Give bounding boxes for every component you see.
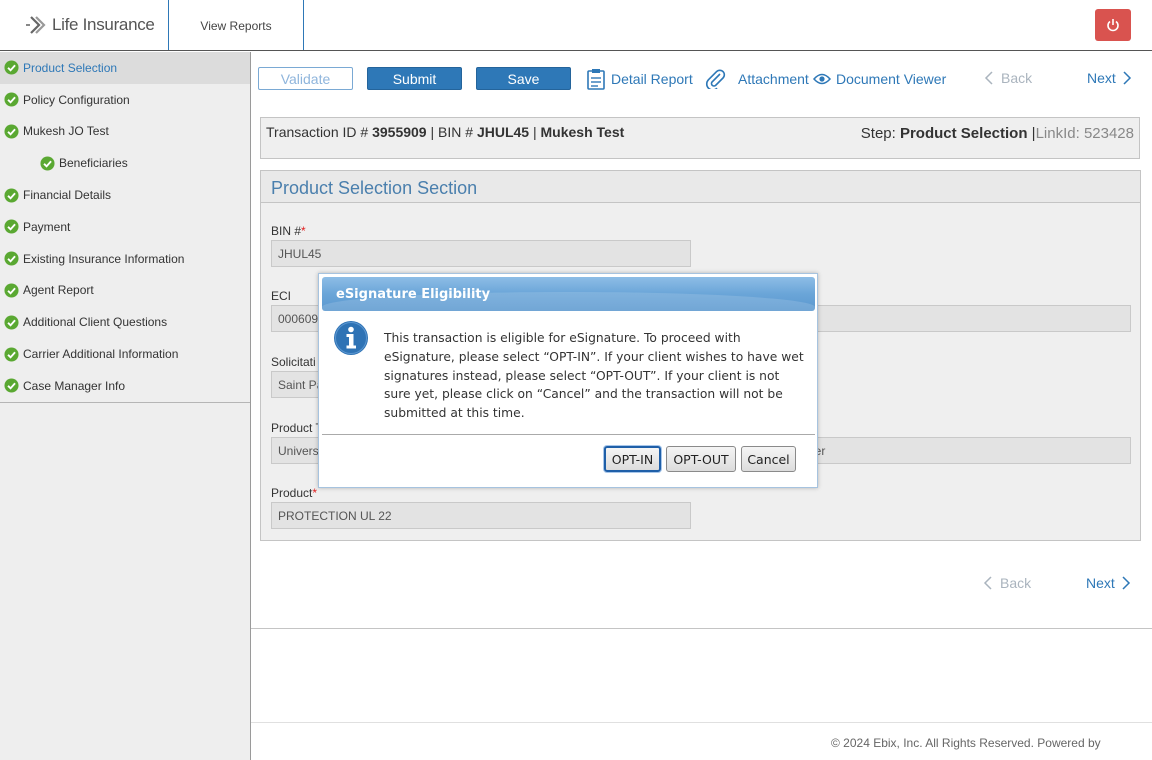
view-reports-tab[interactable]: View Reports [169,0,304,50]
eci-label: ECI [271,289,292,303]
bin-number: JHUL45 [476,124,530,140]
sidebar-item-mukesh-jo-test[interactable]: Mukesh JO Test [0,116,250,148]
detail-report-label: Detail Report [611,71,693,87]
sidebar-item-product-selection[interactable]: Product Selection [0,52,250,84]
check-circle-icon [4,283,19,298]
sidebar-item-carrier-additional-information[interactable]: Carrier Additional Information [0,338,250,370]
check-circle-icon [4,315,19,330]
solicitation-label: Solicitati [271,355,316,369]
top-back-button[interactable]: Back [983,70,1032,86]
document-viewer-link[interactable]: Document Viewer [813,68,946,90]
check-circle-icon [4,219,19,234]
top-back-label: Back [1001,70,1033,86]
chevron-left-icon [983,576,992,590]
sidebar-item-additional-client-questions[interactable]: Additional Client Questions [0,306,250,338]
step-label: Step: [860,125,896,142]
sidebar-item-label: Mukesh JO Test [23,124,109,139]
check-circle-icon [4,378,19,393]
sidebar-item-payment[interactable]: Payment [0,211,250,243]
step-name: Product Selection [899,125,1028,142]
eye-icon [813,73,831,85]
sidebar-item-label: Additional Client Questions [23,315,168,330]
brand-logo[interactable]: Life Insurance [0,0,169,50]
check-circle-icon [40,156,55,171]
bin-field-label: BIN #* [271,224,306,238]
document-viewer-label: Document Viewer [836,71,947,87]
power-icon [1107,19,1119,32]
product-type-label: Product T [271,421,323,435]
sidebar-item-label: Beneficiaries [59,156,128,171]
sidebar-item-case-manager-info[interactable]: Case Manager Info [0,370,250,402]
sidebar: Product Selection Policy Configuration Muk… [0,52,251,760]
chevron-left-icon [984,71,993,85]
dialog-message: This transaction is eligible for eSignat… [384,331,804,421]
chevron-right-icon [1122,576,1130,590]
app-header: Life Insurance View Reports [0,0,1152,51]
save-button[interactable]: Save [476,67,571,90]
validate-button[interactable]: Validate [258,67,353,90]
bottom-back-label: Back [1000,575,1032,591]
dialog-titlebar[interactable]: eSignature Eligibility [322,277,815,311]
sidebar-item-agent-report[interactable]: Agent Report [0,275,250,307]
info-icon [334,321,368,355]
sidebar-item-existing-insurance-information[interactable]: Existing Insurance Information [0,243,250,275]
check-circle-icon [4,124,19,139]
cancel-button[interactable]: Cancel [741,446,796,472]
dialog-divider [322,434,815,435]
bottom-back-button[interactable]: Back [982,575,1031,591]
opt-in-button[interactable]: OPT-IN [604,446,661,472]
bottom-next-button[interactable]: Next [1086,575,1132,591]
bin-label: BIN # [438,124,474,140]
top-next-button[interactable]: Next [1087,70,1133,86]
sidebar-item-label: Product Selection [23,60,118,75]
logout-button[interactable] [1095,9,1131,41]
toolbar: Validate Submit Save Detail Report Attac… [251,52,1152,106]
transaction-info-bar: Transaction ID # 3955909 | BIN # JHUL45 … [260,117,1140,159]
attachment-link[interactable]: Attachment [705,68,809,90]
product-field-label: Product* [271,486,318,500]
top-next-label: Next [1087,70,1116,86]
submit-button[interactable]: Submit [367,67,462,90]
client-name: Mukesh Test [540,124,625,140]
check-circle-icon [4,60,19,75]
app-title: Life Insurance [52,15,155,34]
sidebar-item-label: Existing Insurance Information [23,251,185,266]
esignature-dialog: eSignature Eligibility This transaction … [318,273,818,488]
dialog-title: eSignature Eligibility [336,287,491,302]
section-title: Product Selection Section [261,171,1140,203]
sidebar-item-label: Policy Configuration [23,92,130,107]
sidebar-item-label: Carrier Additional Information [23,347,179,362]
bottom-navigation: Back Next [251,569,1152,629]
product-field[interactable]: PROTECTION UL 22 [271,502,691,529]
opt-out-button[interactable]: OPT-OUT [666,446,736,472]
sidebar-item-label: Payment [23,219,71,234]
check-circle-icon [4,347,19,362]
check-circle-icon [4,251,19,266]
sidebar-steps: Product Selection Policy Configuration Muk… [0,52,250,403]
sidebar-item-label: Financial Details [23,188,112,203]
bottom-next-label: Next [1086,575,1115,591]
bin-field[interactable]: JHUL45 [271,240,691,267]
sidebar-item-label: Case Manager Info [23,378,126,393]
transaction-id: 3955909 [372,124,427,140]
detail-report-link[interactable]: Detail Report [586,68,693,90]
logo-chevron-icon [26,16,46,34]
attachment-label: Attachment [738,71,809,87]
copyright-text: © 2024 Ebix, Inc. All Rights Reserved. P… [831,736,1101,750]
transaction-id-label: Transaction ID # [266,124,369,140]
footer: © 2024 Ebix, Inc. All Rights Reserved. P… [251,722,1152,760]
chevron-right-icon [1123,71,1131,85]
sidebar-item-label: Agent Report [23,283,94,298]
sidebar-item-financial-details[interactable]: Financial Details [0,179,250,211]
check-circle-icon [4,92,19,107]
sidebar-item-beneficiaries[interactable]: Beneficiaries [0,147,250,179]
link-id: LinkId: 523428 [1035,125,1134,142]
step-indicator: Step: Product Selection |LinkId: 523428 [860,125,1134,142]
transaction-summary: Transaction ID # 3955909 | BIN # JHUL45 … [266,124,625,140]
clipboard-icon [587,69,605,90]
paperclip-icon [706,69,726,89]
sidebar-item-policy-configuration[interactable]: Policy Configuration [0,84,250,116]
check-circle-icon [4,188,19,203]
